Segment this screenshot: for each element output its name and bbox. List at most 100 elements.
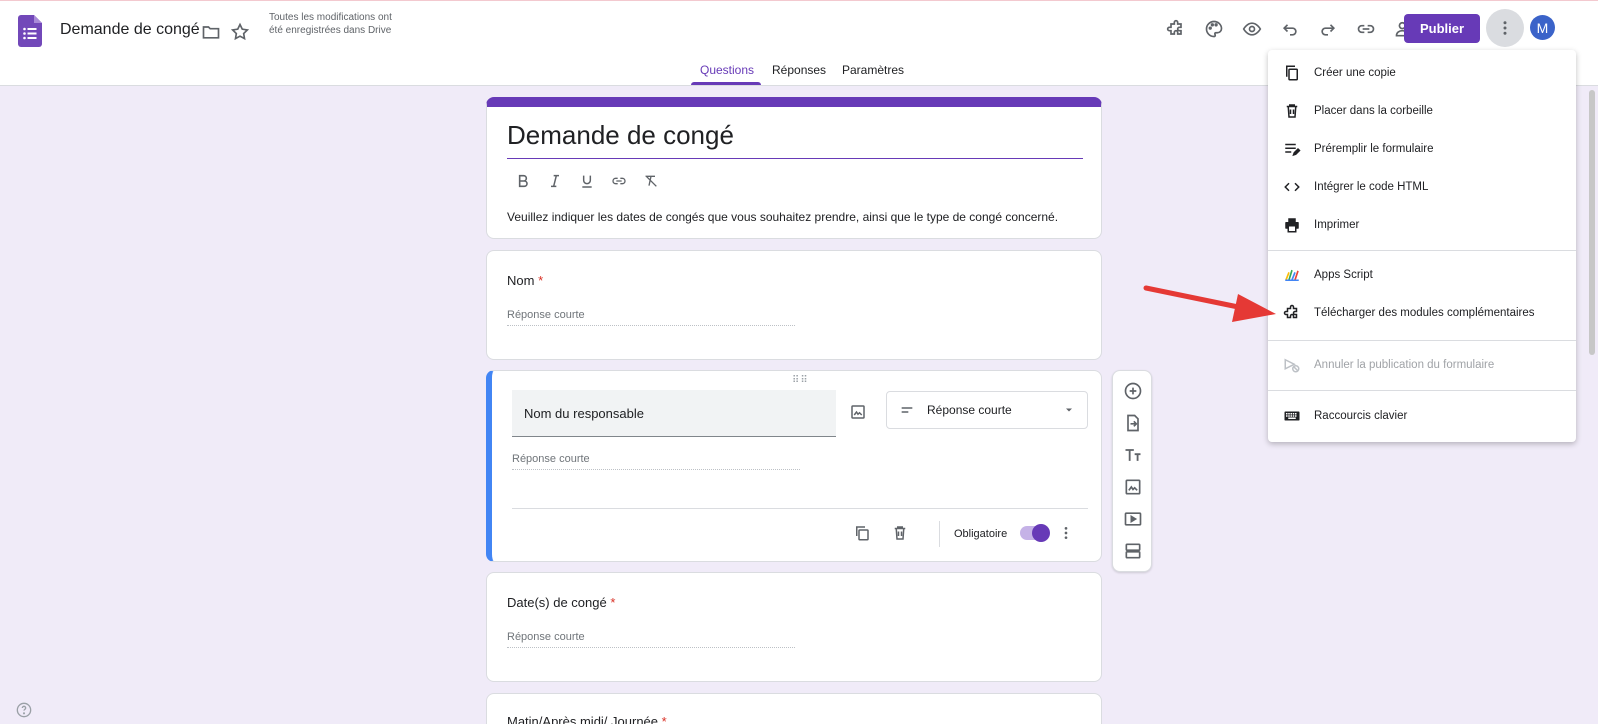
page-scrollbar[interactable] (1589, 90, 1595, 355)
required-asterisk: * (661, 714, 667, 724)
document-title[interactable]: Demande de congé (60, 21, 200, 39)
menu-item-print[interactable]: Imprimer (1268, 206, 1576, 244)
import-questions-button[interactable] (1121, 411, 1145, 435)
trash-icon (1282, 101, 1302, 121)
add-circle-icon (1124, 382, 1142, 400)
footer-vertical-divider (939, 521, 940, 547)
question-type-select[interactable]: Réponse courte (886, 391, 1088, 429)
question-card-manager[interactable]: ⠿⠿ Nom du responsable Réponse courte Rép… (486, 370, 1102, 562)
required-asterisk: * (538, 273, 544, 288)
eye-icon (1242, 22, 1262, 36)
card-footer-divider (512, 508, 1088, 509)
question-card-name[interactable]: Nom * Réponse courte (486, 250, 1102, 360)
form-description[interactable]: Veuillez indiquer les dates de congés qu… (507, 210, 1058, 224)
menu-item-label: Intégrer le code HTML (1314, 181, 1429, 193)
google-forms-logo-icon[interactable] (18, 15, 42, 47)
add-video-button[interactable] (1121, 507, 1145, 531)
theme-palette-button[interactable] (1200, 15, 1228, 43)
menu-item-prefill[interactable]: Préremplir le formulaire (1268, 130, 1576, 168)
addons-puzzle-button[interactable] (1162, 15, 1190, 43)
redo-button[interactable] (1314, 15, 1342, 43)
underline-icon[interactable] (577, 171, 597, 191)
add-question-button[interactable] (1121, 379, 1145, 403)
menu-item-unpublish: Annuler la publication du formulaire (1268, 346, 1576, 384)
save-status-text: Toutes les modifications ont été enregis… (269, 12, 392, 36)
prefill-icon (1282, 139, 1302, 159)
drag-handle-icon[interactable]: ⠿⠿ (792, 375, 809, 386)
short-text-icon (901, 407, 913, 413)
video-icon (1124, 512, 1142, 526)
code-icon (1282, 177, 1302, 197)
menu-item-get-addons[interactable]: Télécharger des modules complémentaires (1268, 294, 1576, 332)
more-options-button[interactable] (1486, 9, 1524, 47)
menu-item-label: Créer une copie (1314, 67, 1396, 79)
menu-item-move-to-trash[interactable]: Placer dans la corbeille (1268, 92, 1576, 130)
publish-button[interactable]: Publier (1404, 14, 1480, 43)
italic-icon[interactable] (545, 171, 565, 191)
section-icon (1125, 543, 1141, 559)
more-vert-icon (1503, 21, 1507, 35)
duplicate-button[interactable] (850, 521, 874, 545)
menu-item-label: Annuler la publication du formulaire (1314, 359, 1495, 371)
annotation-arrow-icon (1143, 285, 1276, 322)
required-toggle[interactable] (1020, 524, 1050, 542)
puzzle-icon (1282, 303, 1302, 323)
tab-settings[interactable]: Paramètres (842, 63, 904, 87)
apps-script-icon (1282, 265, 1302, 285)
preview-button[interactable] (1238, 15, 1266, 43)
short-answer-placeholder: Réponse courte (507, 631, 795, 648)
link-icon[interactable] (609, 171, 629, 191)
import-icon (1127, 414, 1139, 432)
image-icon (851, 405, 865, 419)
menu-item-make-copy[interactable]: Créer une copie (1268, 54, 1576, 92)
palette-icon (1205, 20, 1223, 38)
unpublish-icon (1282, 355, 1302, 375)
form-title-card[interactable]: Demande de congé Veuillez indiquer les d… (486, 97, 1102, 239)
undo-button[interactable] (1276, 15, 1304, 43)
add-image-button[interactable] (1121, 475, 1145, 499)
menu-item-apps-script[interactable]: Apps Script (1268, 256, 1576, 294)
help-icon[interactable] (16, 702, 32, 718)
menu-item-embed-html[interactable]: Intégrer le code HTML (1268, 168, 1576, 206)
account-avatar[interactable]: M (1530, 15, 1555, 40)
menu-divider (1268, 390, 1576, 391)
menu-item-keyboard-shortcuts[interactable]: Raccourcis clavier (1268, 397, 1576, 435)
question-title: Date(s) de congé (507, 595, 607, 610)
question-card-period[interactable]: Matin/Après midi/ Journée * (486, 693, 1102, 724)
menu-divider (1268, 250, 1576, 251)
add-title-button[interactable] (1121, 443, 1145, 467)
tab-responses[interactable]: Réponses (772, 63, 826, 87)
print-icon (1282, 215, 1302, 235)
short-answer-placeholder: Réponse courte (507, 309, 795, 326)
copy-link-button[interactable] (1352, 15, 1380, 43)
menu-item-label: Préremplir le formulaire (1314, 143, 1434, 155)
bold-icon[interactable] (513, 171, 533, 191)
add-section-button[interactable] (1121, 539, 1145, 563)
question-label: Nom * (507, 273, 543, 288)
form-title[interactable]: Demande de congé (507, 120, 734, 151)
text-fields-icon (1125, 449, 1141, 461)
question-title: Matin/Après midi/ Journée (507, 714, 659, 724)
redo-icon (1321, 24, 1336, 36)
short-answer-placeholder: Réponse courte (512, 453, 800, 470)
question-card-dates[interactable]: Date(s) de congé * Réponse courte (486, 572, 1102, 682)
question-label: Matin/Après midi/ Journée * (507, 714, 667, 724)
keyboard-icon (1282, 406, 1302, 426)
question-title-input[interactable]: Nom du responsable (512, 390, 836, 437)
title-underline (507, 158, 1083, 159)
question-more-button[interactable] (1054, 521, 1078, 545)
delete-button[interactable] (888, 521, 912, 545)
floating-toolbar (1112, 370, 1152, 572)
more-vert-icon (1064, 527, 1068, 539)
add-image-button[interactable] (846, 400, 870, 424)
required-label: Obligatoire (954, 528, 1008, 540)
format-toolbar (513, 171, 661, 191)
clear-formatting-icon[interactable] (641, 171, 661, 191)
toggle-knob (1032, 524, 1050, 542)
star-icon[interactable] (228, 20, 252, 44)
puzzle-icon (1166, 19, 1182, 35)
menu-divider (1268, 340, 1576, 341)
active-tab-indicator (691, 82, 761, 85)
folder-icon[interactable] (199, 20, 223, 44)
more-options-menu: Créer une copie Placer dans la corbeille… (1268, 50, 1576, 442)
